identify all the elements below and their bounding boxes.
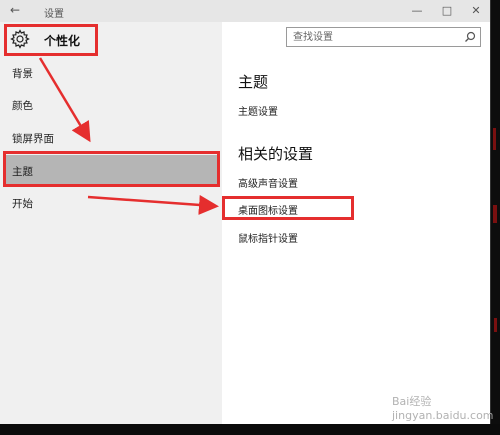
maximize-button[interactable]: □ <box>437 3 457 19</box>
sidebar-item-label: 背景 <box>12 68 33 80</box>
desktop-streak <box>493 128 496 150</box>
back-arrow-icon[interactable]: ← <box>10 3 20 17</box>
sidebar-item-label: 锁屏界面 <box>12 133 54 145</box>
desktop-streak <box>493 205 497 223</box>
minimize-button[interactable]: — <box>407 3 427 19</box>
search-icon[interactable] <box>464 31 476 43</box>
sidebar-item-label: 开始 <box>12 198 33 210</box>
sidebar-item-colors[interactable]: 颜色 <box>4 89 218 119</box>
search-box[interactable] <box>286 27 481 47</box>
section-title: 主题 <box>238 73 269 91</box>
sidebar-item-start[interactable]: 开始 <box>4 187 218 217</box>
theme-settings-link[interactable]: 主题设置 <box>238 103 278 118</box>
watermark: Bai经验 jingyan.baidu.com <box>392 395 494 422</box>
related-settings-title: 相关的设置 <box>238 145 314 163</box>
mouse-pointer-settings-link[interactable]: 鼠标指针设置 <box>238 230 298 245</box>
sidebar: 个性化 背景 颜色 锁屏界面 主题 开始 <box>0 22 222 424</box>
sidebar-item-label: 颜色 <box>12 100 33 112</box>
sidebar-item-background[interactable]: 背景 <box>4 57 218 87</box>
sidebar-item-lockscreen[interactable]: 锁屏界面 <box>4 122 218 152</box>
search-input[interactable] <box>287 28 463 46</box>
window-title: 设置 <box>44 9 64 20</box>
desktop-streak <box>494 318 497 332</box>
annotation-box-desktop-icons <box>222 196 354 220</box>
close-button[interactable]: ✕ <box>466 3 486 19</box>
title-bar: ← 设置 — □ ✕ <box>0 0 490 22</box>
advanced-sound-settings-link[interactable]: 高级声音设置 <box>238 175 298 190</box>
annotation-box-header <box>4 24 98 56</box>
annotation-box-themes <box>3 151 220 187</box>
taskbar-area <box>0 424 500 435</box>
